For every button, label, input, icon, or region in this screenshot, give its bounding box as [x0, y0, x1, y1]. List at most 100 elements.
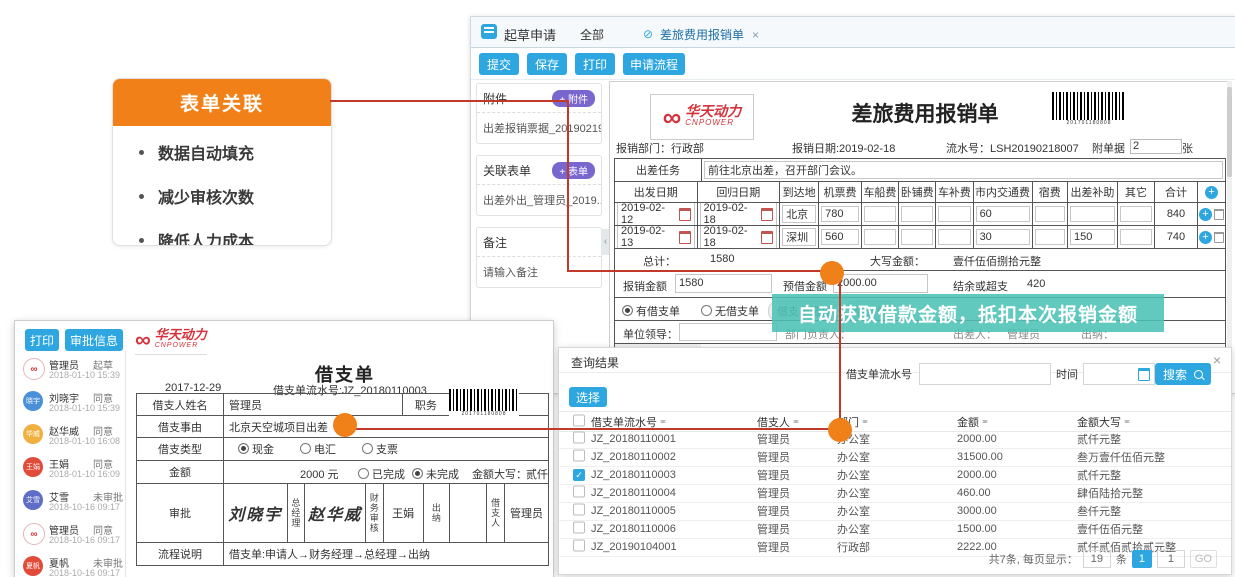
- boat-fee-input[interactable]: [864, 206, 896, 222]
- row-checkbox[interactable]: [573, 522, 585, 534]
- sort-icon[interactable]: [982, 417, 989, 426]
- tab-all[interactable]: 全部: [563, 22, 621, 47]
- sort-icon[interactable]: [793, 417, 800, 426]
- type-cash-radio[interactable]: 现金: [238, 441, 274, 457]
- depart-date-input[interactable]: 2019-02-13: [617, 226, 695, 248]
- hotel-fee-input[interactable]: [1035, 206, 1065, 222]
- avatar: 华威: [23, 424, 43, 444]
- query-row[interactable]: JZ_20180110004 管理员 办公室 460.00 肆佰陆拾元整: [559, 484, 1231, 503]
- sort-icon[interactable]: [660, 417, 667, 426]
- type-cheque-radio[interactable]: 支票: [362, 441, 398, 457]
- row-checkbox[interactable]: [573, 540, 585, 552]
- query-row[interactable]: JZ_20180110001 管理员 办公室 2000.00 贰仟元整: [559, 430, 1231, 449]
- radio-has-loan[interactable]: 有借支单: [622, 303, 680, 319]
- radio-no-loan[interactable]: 无借支单: [701, 303, 759, 319]
- sort-icon[interactable]: [862, 417, 869, 426]
- approval-info-button[interactable]: 审批信息: [65, 329, 123, 351]
- allowance-input[interactable]: [1070, 206, 1115, 222]
- other-fee-input[interactable]: [1120, 206, 1152, 222]
- hotel-fee-input[interactable]: [1035, 229, 1065, 245]
- allowance-input[interactable]: 150: [1070, 229, 1115, 245]
- page-goto-input[interactable]: 1: [1157, 550, 1185, 568]
- row-checkbox[interactable]: [573, 486, 585, 498]
- search-button[interactable]: 搜索: [1155, 363, 1211, 385]
- flight-fee-input[interactable]: 780: [821, 206, 859, 222]
- leader-input[interactable]: [679, 323, 777, 341]
- row-checkbox[interactable]: [573, 450, 585, 462]
- callout-bullet: 降低人力成本: [139, 228, 331, 246]
- approval-item[interactable]: 晓宇 刘晓宇 同意 2018-01-10 15:39: [23, 390, 123, 420]
- sleeper-fee-input[interactable]: [901, 206, 933, 222]
- loan-print-button[interactable]: 打印: [25, 329, 59, 351]
- add-attachment-button[interactable]: + 附件: [552, 90, 595, 107]
- approval-item[interactable]: 王娟 王娟 同意 2018-01-10 16:09: [23, 456, 123, 486]
- scrollbar[interactable]: [1227, 81, 1232, 381]
- sort-icon[interactable]: [1124, 417, 1131, 426]
- add-row-icon[interactable]: +: [1199, 208, 1212, 221]
- page-size-input[interactable]: 19: [1083, 550, 1111, 568]
- save-button[interactable]: 保存: [527, 53, 567, 75]
- time-filter-input[interactable]: [1083, 363, 1155, 385]
- approval-item[interactable]: 夏帆 夏帆 未审批 2018-10-16 09:17: [23, 555, 123, 577]
- select-button[interactable]: 选择: [569, 387, 607, 407]
- approval-item[interactable]: ∞ 管理员 同意 2018-10-16 09:17: [23, 522, 123, 552]
- delete-row-icon[interactable]: [1214, 209, 1224, 220]
- pagination-total: 共7条, 每页显示：: [989, 551, 1078, 567]
- dest-input[interactable]: 深圳: [782, 228, 816, 246]
- tab-close-icon[interactable]: ×: [752, 28, 759, 42]
- advance-input[interactable]: 2000.00: [833, 274, 928, 293]
- select-all-checkbox[interactable]: [573, 414, 585, 426]
- add-form-button[interactable]: + 表单: [552, 162, 595, 179]
- calendar-icon[interactable]: [679, 208, 691, 221]
- other-fee-input[interactable]: [1120, 229, 1152, 245]
- attachment-item[interactable]: 出差报销票据_20190219j...: [477, 113, 601, 143]
- city-fee-input[interactable]: 30: [976, 229, 1030, 245]
- query-row[interactable]: JZ_20180110002 管理员 办公室 31500.00 叁万壹仟伍佰元整: [559, 448, 1231, 467]
- sleeper-fee-input[interactable]: [901, 229, 933, 245]
- submit-button[interactable]: 提交: [479, 53, 519, 75]
- attach-count-input[interactable]: 2: [1130, 139, 1182, 154]
- row-checkbox[interactable]: ✓: [573, 469, 585, 481]
- approval-item[interactable]: ∞ 管理员 起草 2018-01-10 15:39: [23, 357, 123, 387]
- calendar-icon[interactable]: [761, 231, 773, 244]
- dest-input[interactable]: 北京: [782, 205, 816, 223]
- approval-item[interactable]: 艾雪 艾雪 未审批 2018-10-16 09:17: [23, 489, 123, 519]
- delete-row-icon[interactable]: [1214, 232, 1224, 243]
- flight-fee-input[interactable]: 560: [821, 229, 859, 245]
- reimburse-input[interactable]: 1580: [675, 274, 772, 293]
- calendar-icon[interactable]: [1138, 368, 1150, 381]
- query-row[interactable]: JZ_20180110006 管理员 办公室 1500.00 壹仟伍佰元整: [559, 520, 1231, 539]
- type-wire-radio[interactable]: 电汇: [300, 441, 336, 457]
- related-form-item[interactable]: 出差外出_管理员_2019...: [477, 185, 601, 215]
- carsub-fee-input[interactable]: [938, 229, 970, 245]
- depart-date-input[interactable]: 2019-02-12: [617, 203, 695, 225]
- page-go-button[interactable]: GO: [1190, 550, 1217, 568]
- add-row-icon[interactable]: +: [1199, 231, 1212, 244]
- carsub-fee-input[interactable]: [938, 206, 970, 222]
- page-button-current[interactable]: 1: [1132, 550, 1152, 568]
- calendar-icon[interactable]: [761, 208, 773, 221]
- row-checkbox[interactable]: [573, 432, 585, 444]
- remark-input[interactable]: 请输入备注: [477, 257, 601, 287]
- row-total: 840: [1154, 203, 1197, 225]
- close-icon[interactable]: ×: [1213, 352, 1221, 368]
- calendar-icon[interactable]: [679, 231, 691, 244]
- query-row[interactable]: JZ_20180110005 管理员 办公室 3000.00 叁仟元整: [559, 502, 1231, 521]
- row-checkbox[interactable]: [573, 504, 585, 516]
- task-input[interactable]: 前往北京出差，召开部门会议。: [704, 161, 1223, 179]
- serial-filter-input[interactable]: [919, 363, 1051, 385]
- query-row[interactable]: ✓ JZ_20180110003 管理员 办公室 2000.00 贰仟元整: [559, 466, 1231, 485]
- return-date-input[interactable]: 2019-02-18: [700, 226, 778, 248]
- approval-item[interactable]: 华威 赵华威 同意 2018-01-10 16:08: [23, 423, 123, 453]
- city-fee-input[interactable]: 60: [976, 206, 1030, 222]
- return-date-input[interactable]: 2019-02-18: [700, 203, 778, 225]
- apply-flow-button[interactable]: 申请流程: [623, 53, 685, 75]
- boat-fee-input[interactable]: [864, 229, 896, 245]
- row-total: 740: [1154, 226, 1197, 248]
- add-row-icon[interactable]: +: [1205, 186, 1218, 199]
- print-button[interactable]: 打印: [575, 53, 615, 75]
- tab-travel-expense[interactable]: ⊘ 差旅费用报销单 ×: [625, 21, 777, 48]
- main-window: 起草申请 全部 ⊘ 差旅费用报销单 × 提交 保存 打印 申请流程 附件 + 附…: [470, 16, 1235, 394]
- done-radio[interactable]: 已完成: [358, 466, 405, 482]
- undone-radio[interactable]: 未完成: [412, 466, 459, 482]
